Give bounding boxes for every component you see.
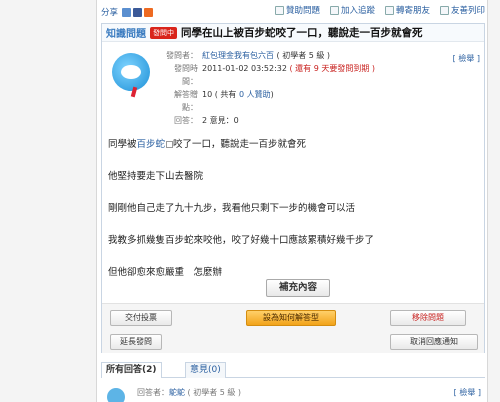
question-body: 同學被百步蛇 咬了一口，聽說走一百步就會死 他堅持要走下山去醫院 剛剛他自己走了九… [108,136,478,296]
print-icon [439,5,449,15]
vote-button[interactable]: 交付投票 [110,310,172,326]
like-action[interactable]: 贊助問題 [274,4,320,16]
report-link[interactable]: [ 檢舉 ] [454,387,481,398]
share-icon-1[interactable] [122,7,132,17]
supplement-button[interactable]: 補充內容 [266,279,330,297]
extend-button[interactable]: 延長發問 [110,334,162,350]
sponsor-count[interactable]: 0 人贊助 [239,88,271,114]
body-line: 同學被百步蛇 咬了一口，聽說走一百步就會死 [108,139,307,150]
status-badge: 發問中 [150,26,177,39]
asker-level: ( 初學者 5 級 ) [276,51,331,60]
answerer-name[interactable]: 鴕鴕 [169,388,185,397]
track-action[interactable]: 加入追蹤 [329,4,375,16]
body-line: 他堅持要走下山去醫院 [108,171,204,182]
top-actions: 贊助問題 加入追蹤 轉寄朋友 友善列印 [274,4,485,16]
cancel-notify-button[interactable]: 取消回應通知 [390,334,478,350]
expiry-note: ( 還有 9 天要發問到期 ) [289,64,376,73]
answer-meta: 回答者：鴕鴕 ( 初學者 5 級 ) [137,388,242,397]
facebook-icon[interactable] [133,7,143,17]
question-category: 知識問題 [106,29,146,40]
body-line: 我教多抓幾隻百步蛇來咬他，咬了好幾十口應該累積好幾千步了 [108,235,375,246]
tab-all-answers[interactable]: 所有回答(2) [101,362,162,378]
asker-row: 發問者： 紅包理金我有包六百 ( 初學者 5 級 ) [166,49,331,62]
best-answer-button[interactable]: 設為知何解答型 [246,310,336,326]
share-label[interactable]: 分享 [101,6,118,18]
thumb-icon [274,5,284,15]
time-row: 發問時間： 2011-01-02 03:52:32 ( 還有 9 天要發問到期 … [174,64,376,86]
forward-action[interactable]: 轉寄朋友 [384,4,430,16]
ask-time: 2011-01-02 03:52:32 [202,64,287,73]
answer-tabs: 所有回答(2) 意見(0) [101,362,485,378]
mail-icon [384,5,394,15]
tab-opinions[interactable]: 意見(0) [185,362,226,378]
report-link[interactable]: [ 檢舉 ] [453,53,480,64]
share-icon-3[interactable] [144,7,154,17]
remove-question-button[interactable]: 移除問題 [390,310,466,326]
asker-name[interactable]: 紅包理金我有包六百 [202,49,274,62]
replies-count: 2 意見：0 [202,116,239,125]
keyword-link[interactable]: 百步蛇 [137,139,166,150]
print-action[interactable]: 友善列印 [439,4,485,16]
avatar[interactable] [112,53,150,91]
question-title: 同學在山上被百步蛇咬了一口，聽說走一百步就會死 [181,27,423,39]
page-frame: 分享 贊助問題 加入追蹤 轉寄朋友 友善列印 知識問題 發問中 同學在山上被百步… [96,0,488,402]
avatar[interactable] [107,388,125,402]
replies-row: 回答： 2 意見：0 [174,116,239,125]
body-line: 剛剛他自己走了九十九步，我看他只剩下一步的機會可以活 [108,203,356,214]
question-header: 知識問題 發問中 同學在山上被百步蛇咬了一口，聽說走一百步就會死 [102,24,484,42]
points-value: 10 [202,90,213,99]
share-bar: 分享 贊助問題 加入追蹤 轉寄朋友 友善列印 [97,4,489,20]
answer-item: 回答者：鴕鴕 ( 初學者 5 級 ) [ 檢舉 ] [101,384,485,402]
question-meta: 發問者： 紅包理金我有包六百 ( 初學者 5 級 ) 發問時間： 2011-01… [102,43,484,127]
external-link-icon [166,141,174,148]
plus-icon [329,5,339,15]
points-row: 解答贈點： 10 ( 共有 0 人贊助 ) [174,88,274,114]
question-actions: 交付投票 設為知何解答型 移除問題 延長發問 取消回應通知 [102,303,484,353]
question-box: 知識問題 發問中 同學在山上被百步蛇咬了一口，聽說走一百步就會死 發問者： 紅包… [101,23,485,353]
